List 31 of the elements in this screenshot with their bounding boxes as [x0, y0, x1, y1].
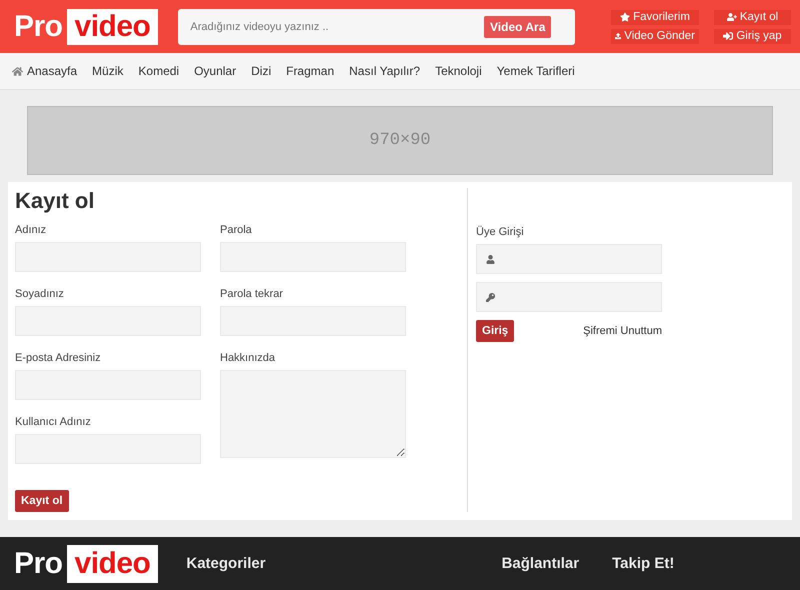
nav-link[interactable]: Dizi	[251, 64, 272, 78]
nav-link[interactable]: Müzik	[92, 64, 124, 78]
footer-heading: Takip Et!	[612, 555, 674, 572]
field-label: E-posta Adresiniz	[15, 352, 102, 366]
section-label: Üye Girişi	[476, 226, 525, 240]
field-label: Adınız	[15, 224, 48, 238]
header-button[interactable]: Kayıt ol	[714, 10, 791, 24]
field-label: Kullanıcı Adınız	[15, 416, 92, 430]
nav-link[interactable]: Yemek Tarifleri	[496, 64, 575, 78]
header-button[interactable]: Favorilerim	[611, 10, 699, 24]
search-button[interactable]: Video Ara	[484, 16, 552, 38]
field-label: Parola	[220, 224, 253, 238]
footer-heading: Bağlantılar	[502, 555, 580, 572]
nav-link[interactable]: Nasıl Yapılır?	[349, 64, 420, 78]
nav-link[interactable]: Anasayfa	[12, 64, 78, 78]
field-label: Hakkınızda	[220, 352, 276, 366]
header-button[interactable]: Video Gönder	[611, 28, 699, 44]
nav-link[interactable]: Komedi	[138, 64, 180, 78]
nav-link[interactable]: Fragman	[286, 64, 334, 78]
forgot-password-link[interactable]: Şifremi Unuttum	[583, 325, 662, 337]
page-title: Kayıt ol	[15, 188, 96, 214]
login-button[interactable]: Giriş	[476, 320, 514, 342]
ad-banner: 970×90	[27, 106, 773, 175]
field-label: Soyadınız	[15, 288, 65, 302]
nav-link[interactable]: Teknoloji	[435, 64, 482, 78]
search-field[interactable]: Aradığınız videoyu yazınız .. Video Ara	[178, 8, 576, 44]
register-button[interactable]: Kayıt ol	[15, 490, 69, 512]
nav-link[interactable]: Oyunlar	[194, 64, 236, 78]
header-button[interactable]: Giriş yap	[714, 28, 791, 44]
field-label: Parola tekrar	[220, 288, 284, 302]
footer-heading: Kategoriler	[186, 555, 266, 572]
